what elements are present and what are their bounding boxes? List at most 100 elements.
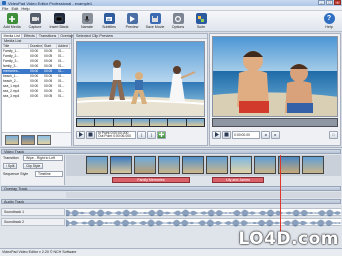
subtitles-button[interactable]: Subtitles <box>98 12 120 31</box>
options-icon <box>172 13 184 24</box>
video-clip[interactable] <box>86 156 108 174</box>
insert-blank-icon <box>53 13 65 24</box>
help-button[interactable]: ? Help <box>318 12 340 31</box>
fullscreen-button[interactable]: □ <box>329 130 338 139</box>
menu-edit[interactable]: Edit <box>11 6 18 11</box>
suite-button[interactable]: Suite <box>190 12 212 31</box>
minimize-button[interactable]: – <box>318 0 325 5</box>
rewind-icon: ◂ <box>264 132 267 137</box>
toolbar: Add Media Capture Insert Blank Narrate S… <box>0 11 342 32</box>
next-frame-button[interactable]: ▸ <box>271 130 280 139</box>
add-media-button[interactable]: Add Media <box>1 12 23 31</box>
transition-select[interactable]: Wipe - Right to Left <box>23 155 63 161</box>
sequence-preview-video[interactable] <box>212 36 338 117</box>
video-clip[interactable] <box>182 156 204 174</box>
add-media-icon <box>6 13 18 24</box>
sequence-style-label: Sequence Style <box>3 172 29 176</box>
menu-help[interactable]: Help <box>21 6 29 11</box>
video-clip[interactable] <box>230 156 252 174</box>
capture-icon <box>29 13 41 24</box>
menu-file[interactable]: File <box>2 6 8 11</box>
sequence-position-bar[interactable] <box>212 118 338 127</box>
preview-button[interactable]: Preview <box>121 12 143 31</box>
media-list: Title Duration Start Added Family_1... 00… <box>2 44 71 99</box>
video-clip[interactable] <box>302 156 324 174</box>
sequence-time: 0:00:00.00 <box>232 130 260 139</box>
close-button[interactable]: × <box>334 0 341 5</box>
maximize-button[interactable]: □ <box>326 0 333 5</box>
media-list-cell: 00:05 <box>44 94 53 98</box>
audio-track-header: Audio Track <box>1 199 341 204</box>
video-clip[interactable] <box>254 156 276 174</box>
media-thumbnail[interactable] <box>5 135 19 145</box>
video-clip[interactable] <box>134 156 156 174</box>
sequence-style-select[interactable]: Timeline <box>35 171 63 177</box>
out-point-text: Out Point 0:00:06.000 <box>98 133 131 138</box>
sequence-preview-panel: 0:00:00.00 ◂ ▸ □ <box>209 33 341 146</box>
column-added[interactable]: Added <box>57 44 70 48</box>
forward-icon: ▸ <box>274 132 277 137</box>
tab-effects[interactable]: Effects <box>22 34 38 38</box>
narrate-button[interactable]: Narrate <box>76 12 98 31</box>
clip-style-button[interactable]: Clip Style <box>23 163 44 169</box>
soundtrack-1-label: Soundtrack 1 <box>1 208 65 216</box>
soundtrack-2-waveform[interactable] <box>65 218 341 227</box>
sequence-stop-button[interactable] <box>222 130 231 139</box>
transition-label: Transition <box>3 156 19 160</box>
video-track[interactable] <box>66 155 341 176</box>
column-start[interactable]: Start <box>43 44 57 48</box>
video-clip[interactable] <box>110 156 132 174</box>
media-list-row[interactable]: sea_3.mp4 00:00 00:05 01... <box>2 94 71 99</box>
tab-transitions[interactable]: Transitions <box>37 34 59 38</box>
caption-clip[interactable]: Lily and James <box>212 177 264 183</box>
column-title[interactable]: Title <box>2 44 29 48</box>
overlay-track[interactable] <box>66 192 341 198</box>
playhead[interactable] <box>280 155 281 235</box>
set-out-point-button[interactable]: ] <box>147 130 156 139</box>
soundtrack-2-label: Soundtrack 2 <box>1 218 65 226</box>
media-list-cell: sea_3.mp4 <box>3 94 20 98</box>
app-icon <box>2 1 6 5</box>
media-list-cell: 01... <box>58 94 65 98</box>
subtitles-icon <box>103 13 115 24</box>
media-thumbnail[interactable] <box>37 135 51 145</box>
add-to-sequence-button[interactable] <box>157 130 166 139</box>
media-panel: Media List Effects Transitions Overlays … <box>1 33 77 146</box>
media-thumbnails <box>2 132 71 146</box>
media-list-cell: 00:00 <box>30 94 39 98</box>
caption-clip[interactable]: Family Memories <box>112 177 190 183</box>
clip-preview-panel: Selected Clip Preview In Point 0:00:00.0… <box>73 33 208 146</box>
video-clip[interactable] <box>158 156 180 174</box>
play-button[interactable] <box>76 130 85 139</box>
column-duration[interactable]: Duration <box>29 44 43 48</box>
sequence-options: Transition Wipe - Right to Left ⟊ Split … <box>1 155 65 185</box>
in-point-field[interactable]: In Point 0:00:00.000 Out Point 0:00:06.00… <box>96 130 136 139</box>
suite-icon <box>195 13 207 24</box>
previous-frame-button[interactable]: ◂ <box>261 130 270 139</box>
clip-preview-video[interactable] <box>76 41 205 117</box>
save-movie-button[interactable]: Save Movie <box>144 12 166 31</box>
status-bar: VideoPad Video Editor v 2.20 © NCH Softw… <box>0 248 342 256</box>
help-icon: ? <box>323 13 335 24</box>
watermark: LO4D.com <box>238 229 339 249</box>
video-track-header: Video Track <box>1 149 341 154</box>
narrate-icon <box>81 13 93 24</box>
insert-blank-button[interactable]: Insert Blank <box>47 12 71 31</box>
split-button[interactable]: ⟊ Split <box>3 163 18 169</box>
clip-preview-header: Selected Clip Preview <box>74 34 207 39</box>
options-button[interactable]: Options <box>167 12 189 31</box>
video-clip[interactable] <box>278 156 300 174</box>
clip-preview-controls: In Point 0:00:00.000 Out Point 0:00:06.00… <box>76 129 205 140</box>
media-thumbnail[interactable] <box>21 135 35 145</box>
stop-button[interactable] <box>86 130 95 139</box>
bracket-right-icon: ] <box>150 132 153 137</box>
capture-button[interactable]: Capture <box>24 12 46 31</box>
sequence-preview-controls: 0:00:00.00 ◂ ▸ □ <box>212 129 338 140</box>
video-clip[interactable] <box>206 156 228 174</box>
soundtrack-1-waveform[interactable] <box>65 208 341 217</box>
clip-filmstrip[interactable] <box>76 118 205 127</box>
tab-media-list[interactable]: Media List <box>2 34 23 38</box>
set-in-point-button[interactable]: [ <box>137 130 146 139</box>
sequence-play-button[interactable] <box>212 130 221 139</box>
fullscreen-icon: □ <box>332 132 335 137</box>
